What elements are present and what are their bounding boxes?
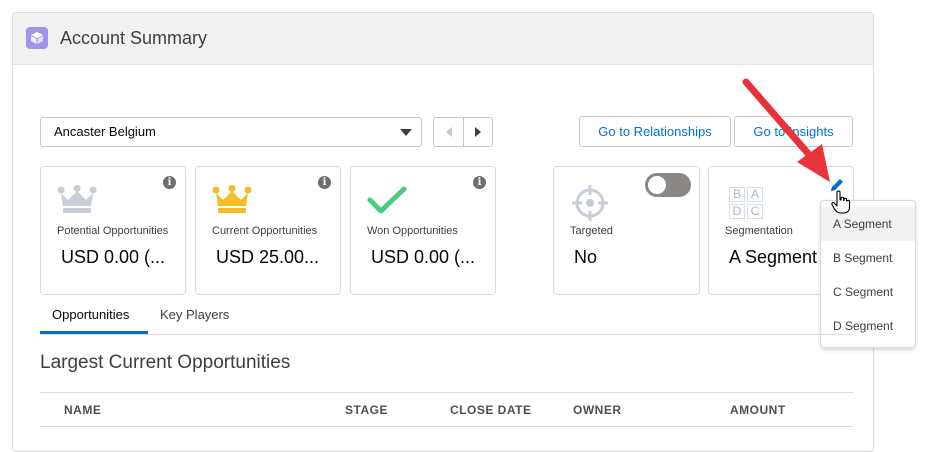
next-button[interactable] <box>463 117 493 147</box>
tile-value: USD 0.00 (... <box>371 247 476 267</box>
column-header-name[interactable]: NAME <box>64 403 101 417</box>
dropdown-option-b-segment[interactable]: B Segment <box>821 241 915 275</box>
segment-grid-icon: B A D C <box>729 187 765 221</box>
info-icon[interactable]: i <box>163 176 176 189</box>
section-title: Largest Current Opportunities <box>40 352 291 373</box>
go-to-insights-button[interactable]: Go to Insights <box>734 116 853 147</box>
chevron-left-icon <box>445 127 452 137</box>
column-header-amount[interactable]: AMOUNT <box>730 403 786 417</box>
column-header-stage[interactable]: STAGE <box>345 403 388 417</box>
targeted-toggle[interactable] <box>645 173 691 197</box>
table-header: NAME STAGE CLOSE DATE OWNER AMOUNT <box>40 392 853 427</box>
segment-cell: B <box>729 187 745 202</box>
tile-label: Current Opportunities <box>212 225 318 237</box>
card-title: Account Summary <box>60 28 208 48</box>
tile-value: USD 25.00... <box>216 247 320 267</box>
tile-value: No <box>574 247 598 267</box>
card-header: Account Summary <box>13 13 873 65</box>
active-tab-indicator <box>40 331 148 334</box>
segment-cell: C <box>747 204 763 219</box>
account-select-value: Ancaster Belgium <box>54 124 156 139</box>
info-icon[interactable]: i <box>318 176 331 189</box>
won-opportunities-tile: i Won Opportunities USD 0.00 (... <box>350 166 496 295</box>
current-opportunities-tile: i Current Opportunities USD 25.00... <box>195 166 341 295</box>
column-header-owner[interactable]: OWNER <box>573 403 622 417</box>
tab-key-players[interactable]: Key Players <box>160 307 229 322</box>
tile-value: USD 0.00 (... <box>61 247 166 267</box>
segment-cell: D <box>729 204 745 219</box>
tab-opportunities[interactable]: Opportunities <box>52 307 129 322</box>
hand-cursor-icon <box>831 190 851 214</box>
info-icon[interactable]: i <box>473 176 486 189</box>
segment-cell: A <box>747 187 763 202</box>
tile-label: Targeted <box>570 225 613 237</box>
crown-icon <box>212 185 252 213</box>
chevron-right-icon <box>475 127 481 137</box>
tile-label: Potential Opportunities <box>57 225 169 237</box>
potential-opportunities-tile: i Potential Opportunities USD 0.00 (... <box>40 166 186 295</box>
target-icon <box>572 185 608 221</box>
previous-button[interactable] <box>433 117 463 147</box>
checkmark-icon <box>367 186 407 214</box>
targeted-tile: Targeted No <box>553 166 700 295</box>
record-pager <box>433 117 493 147</box>
tab-bar: Opportunities Key Players <box>40 300 853 335</box>
column-header-close-date[interactable]: CLOSE DATE <box>450 403 531 417</box>
account-select[interactable]: Ancaster Belgium <box>40 117 422 147</box>
tile-label: Won Opportunities <box>367 225 458 237</box>
go-to-relationships-button[interactable]: Go to Relationships <box>579 116 731 147</box>
crown-icon <box>57 185 97 213</box>
toggle-knob <box>648 176 666 194</box>
caret-down-icon <box>400 129 412 136</box>
cube-icon <box>26 27 48 49</box>
